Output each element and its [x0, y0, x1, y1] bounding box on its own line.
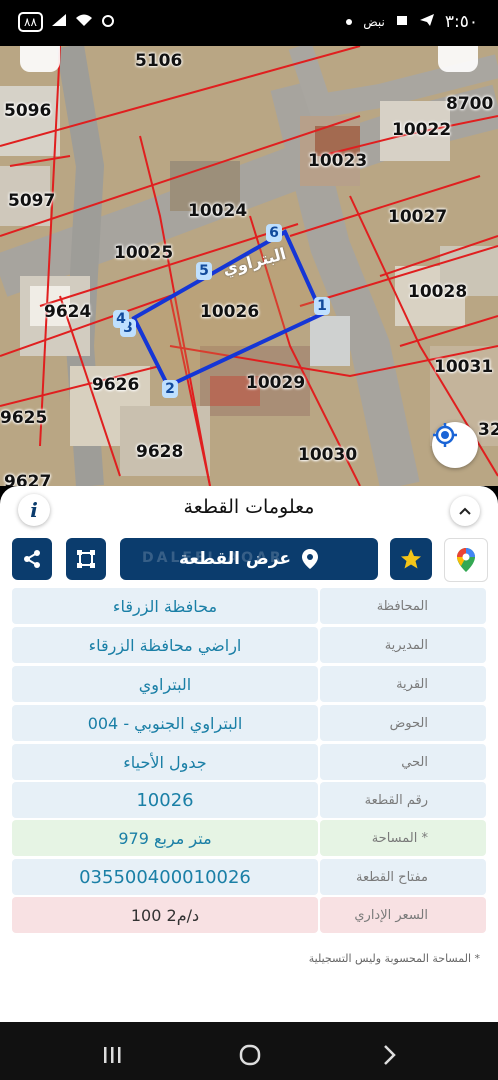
info-row-basin: البتراوي الجنوبي - 004 الحوض [12, 705, 486, 741]
google-maps-icon [457, 548, 475, 572]
home-icon [239, 1044, 261, 1066]
notification-icon [395, 13, 409, 31]
plot-label: 9624 [44, 302, 92, 322]
row-value: 10026 [12, 782, 318, 818]
plot-label: 9625 [0, 408, 48, 428]
wifi-icon [75, 13, 93, 31]
row-label: السعر الإداري [320, 897, 486, 933]
google-maps-button[interactable] [444, 538, 488, 582]
collapse-button[interactable] [450, 496, 480, 526]
plot-label: 9627 [4, 472, 52, 486]
system-nav-bar [0, 1030, 498, 1080]
info-row-village: البتراوي القرية [12, 666, 486, 702]
bottom-bar-stub [0, 1022, 498, 1030]
plot-label: 9628 [136, 442, 184, 462]
plot-label: 10028 [408, 282, 468, 302]
row-value: البتراوي الجنوبي - 004 [12, 705, 318, 741]
row-label: القرية [320, 666, 486, 702]
info-row-directorate: اراضي محافظة الزرقاء المديرية [12, 627, 486, 663]
carrier-label: نبض [363, 15, 385, 29]
vertex-marker: 4 [113, 310, 129, 328]
plot-label: 8700 [446, 94, 494, 114]
boundary-button[interactable] [66, 538, 106, 580]
dot-icon [345, 14, 353, 30]
watermark: DALEEL AQAR [142, 550, 284, 566]
row-value: 035500400010026 [12, 859, 318, 895]
row-label: المديرية [320, 627, 486, 663]
plot-label: 10025 [114, 243, 174, 263]
plot-label: 10030 [298, 445, 358, 465]
plot-label: 5106 [135, 51, 183, 71]
plot-label: 10023 [308, 151, 368, 171]
info-row-plot-key: 035500400010026 مفتاح القطعة [12, 859, 486, 895]
row-value: البتراوي [12, 666, 318, 702]
chevron-up-icon [459, 507, 471, 515]
share-icon [24, 550, 40, 568]
row-value: محافظة الزرقاء [12, 588, 318, 624]
plot-label: 10026 [200, 302, 260, 322]
row-value: اراضي محافظة الزرقاء [12, 627, 318, 663]
battery-indicator: ٨٨ [18, 12, 43, 32]
locate-me-button[interactable] [432, 422, 478, 468]
area-footnote: * المساحة المحسوبة وليس التسجيلية [308, 952, 480, 965]
row-label: مفتاح القطعة [320, 859, 486, 895]
satellite-map[interactable]: البتراوي 5106 5096 5097 8700 10022 10023… [0, 46, 498, 486]
row-label: المساحة * [320, 820, 486, 856]
vertex-marker: 1 [314, 297, 330, 315]
favorite-button[interactable] [390, 538, 432, 580]
recent-apps-button[interactable] [92, 1038, 132, 1072]
alarm-icon [101, 13, 115, 31]
plot-label: 10031 [434, 357, 494, 377]
back-icon [384, 1045, 396, 1065]
home-button[interactable] [230, 1038, 270, 1072]
vertex-marker: 6 [266, 224, 282, 242]
plot-label: 10022 [392, 120, 452, 140]
plot-label: 5096 [4, 101, 52, 121]
info-row-governorate: محافظة الزرقاء المحافظة [12, 588, 486, 624]
row-label: الحي [320, 744, 486, 780]
info-row-neighborhood: جدول الأحياء الحي [12, 744, 486, 780]
location-pin-icon [301, 549, 318, 569]
plot-label: 32 [478, 420, 498, 440]
sheet-title: معلومات القطعة [183, 496, 315, 518]
share-button[interactable] [12, 538, 52, 580]
map-left-top-button[interactable] [20, 46, 60, 72]
clock: ٣:٥٠ [444, 12, 478, 32]
crop-icon [77, 550, 95, 568]
map-layers-button[interactable] [438, 46, 478, 72]
vertex-marker: 5 [196, 262, 212, 280]
signal-icon [51, 13, 67, 31]
locate-icon [433, 423, 457, 447]
plot-label: 10027 [388, 207, 448, 227]
telegram-icon [419, 13, 435, 31]
row-label: المحافظة [320, 588, 486, 624]
info-row-area: 979 متر مربع المساحة * [12, 820, 486, 856]
vertex-marker: 2 [162, 380, 178, 398]
row-value: 979 متر مربع [12, 820, 318, 856]
status-bar: ٨٨ ٣:٥٠ نبض [0, 0, 498, 46]
row-value: 100 د/م2 [12, 897, 318, 933]
plot-label: 9626 [92, 375, 140, 395]
star-icon [401, 549, 421, 569]
plot-label: 10029 [246, 373, 306, 393]
show-plot-button[interactable]: DALEEL AQAR عرض القطعة [120, 538, 378, 580]
row-value: جدول الأحياء [12, 744, 318, 780]
recent-apps-icon [104, 1047, 121, 1063]
plot-label: 5097 [8, 191, 56, 211]
info-row-plot-number: 10026 رقم القطعة [12, 782, 486, 818]
info-row-admin-price: 100 د/م2 السعر الإداري [12, 897, 486, 933]
plot-label: 10024 [188, 201, 248, 221]
back-button[interactable] [370, 1038, 410, 1072]
row-label: رقم القطعة [320, 782, 486, 818]
plot-info-sheet: i معلومات القطعة DALEEL AQAR عرض القطعة [0, 486, 498, 1022]
row-label: الحوض [320, 705, 486, 741]
